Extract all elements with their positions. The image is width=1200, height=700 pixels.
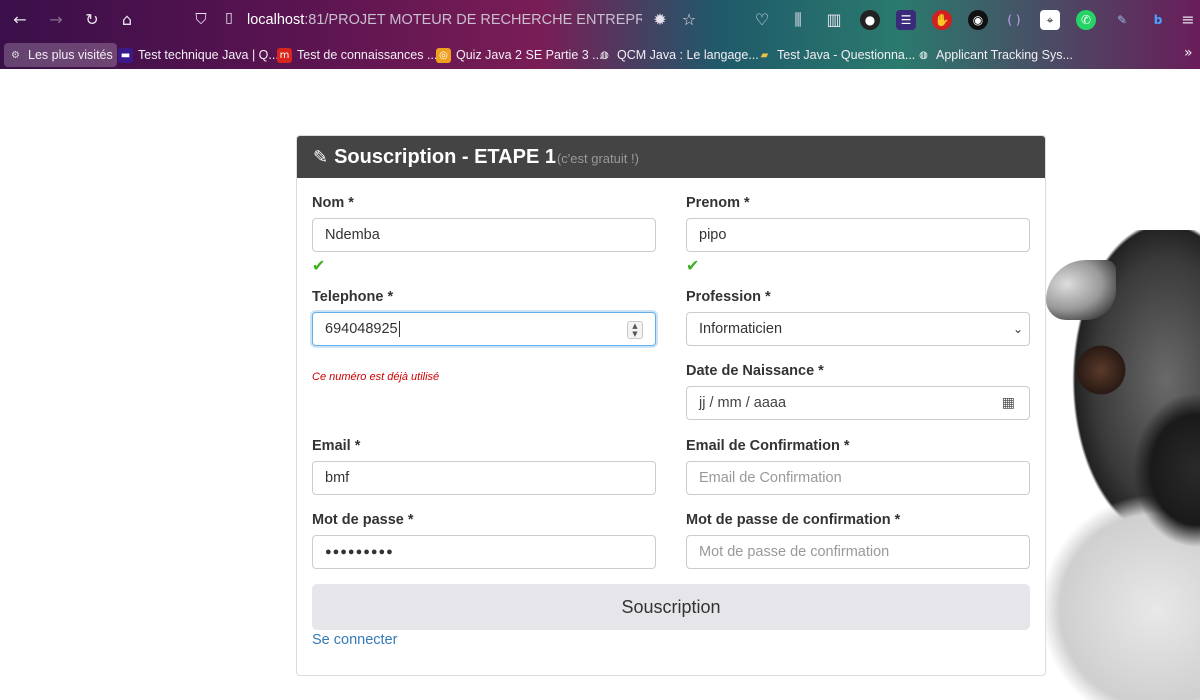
- extension-eye-icon[interactable]: ◉: [968, 10, 988, 30]
- prenom-label: Prenom *: [686, 195, 750, 211]
- bookmark-label: QCM Java : Le langage...: [617, 48, 759, 62]
- password-label: Mot de passe *: [312, 512, 414, 528]
- site-icon: ▬: [118, 47, 133, 63]
- extension-list-icon[interactable]: ☰: [896, 10, 916, 30]
- page-info-icon[interactable]: ▯: [220, 10, 238, 30]
- bookmark-label: Applicant Tracking Sys...: [936, 48, 1073, 62]
- bug-icon[interactable]: ✹: [648, 8, 672, 32]
- email-confirm-input[interactable]: Email de Confirmation: [686, 461, 1030, 495]
- bookmark-item[interactable]: ◍ Applicant Tracking Sys...: [916, 43, 1073, 67]
- bookmark-label: Test technique Java | Q...: [138, 48, 279, 62]
- browser-toolbar: ← → ↻ ⌂ ⛉ ▯ localhost:81/PROJET MOTEUR D…: [0, 0, 1200, 40]
- naissance-placeholder: jj / mm / aaaa: [699, 395, 787, 411]
- forward-icon[interactable]: →: [44, 8, 68, 32]
- bookmark-item[interactable]: m Test de connaissances ...: [277, 43, 437, 67]
- telephone-error: Ce numéro est déjà utilisé: [312, 371, 440, 383]
- bookmark-item[interactable]: ▬ Test technique Java | Q...: [118, 43, 279, 67]
- bookmark-label: Test Java - Questionna...: [777, 48, 916, 62]
- site-icon: ▰: [760, 49, 769, 61]
- email-input[interactable]: bmf: [312, 461, 656, 495]
- url-host: localhost: [247, 12, 305, 28]
- back-icon[interactable]: ←: [8, 8, 32, 32]
- profession-select[interactable]: Informaticien ⌄: [686, 312, 1030, 346]
- nom-input[interactable]: Ndemba: [312, 218, 656, 252]
- nom-label: Nom *: [312, 195, 354, 211]
- url-path: :81/PROJET MOTEUR DE RECHERCHE ENTREPRIS…: [304, 12, 642, 28]
- bing-icon[interactable]: b: [1148, 10, 1168, 30]
- globe-icon: ◍: [600, 49, 609, 61]
- telephone-value: 694048925: [325, 321, 398, 337]
- bookmark-item[interactable]: ◍ QCM Java : Le langage...: [597, 43, 759, 67]
- url-bar[interactable]: localhost:81/PROJET MOTEUR DE RECHERCHE …: [247, 12, 642, 30]
- panel-title: ✎ Souscription - ETAPE 1 (c'est gratuit …: [313, 146, 639, 170]
- naissance-input[interactable]: jj / mm / aaaa ▦: [686, 386, 1030, 420]
- extension-pen-icon[interactable]: ✎: [1112, 10, 1132, 30]
- panel-header: ✎ Souscription - ETAPE 1 (c'est gratuit …: [297, 136, 1045, 178]
- form-title: Souscription - ETAPE 1: [334, 146, 556, 168]
- subscription-panel: ✎ Souscription - ETAPE 1 (c'est gratuit …: [296, 135, 1046, 676]
- sidebar-icon[interactable]: ▥: [822, 8, 846, 32]
- naissance-label: Date de Naissance *: [686, 363, 824, 379]
- telephone-input[interactable]: 694048925 ▲ ▼: [312, 312, 656, 346]
- souscription-button[interactable]: Souscription: [312, 584, 1030, 630]
- number-spinner-icon[interactable]: ▲ ▼: [627, 321, 643, 339]
- prenom-valid-check-icon: ✔: [686, 256, 700, 275]
- reload-icon[interactable]: ↻: [80, 8, 104, 32]
- form-subtitle: (c'est gratuit !): [556, 151, 639, 166]
- chevron-down-icon: ⌄: [1012, 322, 1023, 336]
- password-input[interactable]: ●●●●●●●●●: [312, 535, 656, 569]
- whatsapp-icon[interactable]: ✆: [1076, 10, 1096, 30]
- extension-avatar-icon[interactable]: ●: [860, 10, 880, 30]
- bookmarks-overflow-icon[interactable]: »: [1184, 45, 1193, 61]
- extension-location-icon[interactable]: ⌖: [1040, 10, 1060, 30]
- edit-icon: ✎: [313, 147, 329, 168]
- site-icon: ◎: [436, 47, 451, 63]
- library-icon[interactable]: ⫼: [786, 8, 810, 32]
- bookmark-most-visited[interactable]: ⚙ Les plus visités: [4, 43, 117, 67]
- extension-brackets-icon[interactable]: ( ): [1004, 10, 1024, 30]
- bookmark-label: Quiz Java 2 SE Partie 3 ...: [456, 48, 603, 62]
- pocket-icon[interactable]: ♡: [750, 8, 774, 32]
- prenom-input[interactable]: pipo: [686, 218, 1030, 252]
- bookmark-item[interactable]: ▰ Test Java - Questionna...: [757, 43, 916, 67]
- telephone-label: Telephone *: [312, 289, 394, 305]
- profession-label: Profession *: [686, 289, 771, 305]
- nom-valid-check-icon: ✔: [312, 256, 326, 275]
- shield-icon[interactable]: ⛉: [192, 10, 210, 30]
- bookmark-item[interactable]: ◎ Quiz Java 2 SE Partie 3 ...: [436, 43, 603, 67]
- email-confirm-label: Email de Confirmation *: [686, 438, 850, 454]
- browser-chrome: ← → ↻ ⌂ ⛉ ▯ localhost:81/PROJET MOTEUR D…: [0, 0, 1200, 69]
- site-icon: m: [277, 47, 292, 63]
- home-icon[interactable]: ⌂: [115, 8, 139, 32]
- email-label: Email *: [312, 438, 361, 454]
- extension-hand-icon[interactable]: ✋: [932, 10, 952, 30]
- login-link[interactable]: Se connecter: [312, 632, 397, 648]
- calendar-icon[interactable]: ▦: [1002, 387, 1015, 419]
- globe-icon: ◍: [919, 49, 928, 61]
- gear-icon: ⚙: [11, 49, 20, 61]
- menu-icon[interactable]: ≡: [1176, 8, 1200, 32]
- password-confirm-input[interactable]: Mot de passe de confirmation: [686, 535, 1030, 569]
- bookmark-star-icon[interactable]: ☆: [677, 8, 701, 32]
- bookmark-label: Les plus visités: [28, 48, 113, 62]
- password-confirm-label: Mot de passe de confirmation *: [686, 512, 901, 528]
- bookmarks-bar: ⚙ Les plus visités ▬ Test technique Java |…: [0, 41, 1200, 68]
- bookmark-label: Test de connaissances ...: [297, 48, 438, 62]
- profession-value: Informaticien: [699, 321, 783, 337]
